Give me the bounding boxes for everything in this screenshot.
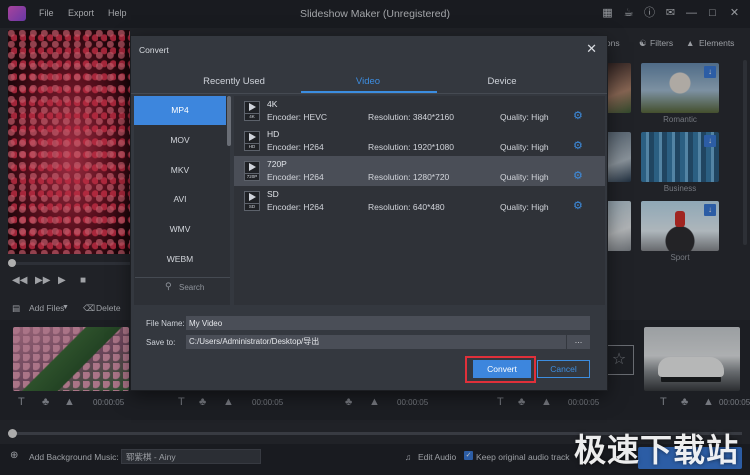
settings-gear-icon[interactable]: ⚙ <box>573 139 583 152</box>
resolution-text: Resolution: 3840*2160 <box>368 112 455 122</box>
search-icon: ⚲ <box>165 281 172 291</box>
format-mp4[interactable]: MP4 <box>134 96 226 125</box>
cancel-button[interactable]: Cancel <box>537 360 590 378</box>
encoder-text: Encoder: H264 <box>267 172 324 182</box>
active-tab-indicator <box>301 91 437 93</box>
quality-text: Quality: High <box>500 172 549 182</box>
tab-divider <box>131 93 607 94</box>
resolution-name: 720P <box>267 159 287 169</box>
resolution-text: Resolution: 1920*1080 <box>368 142 455 152</box>
format-wmv[interactable]: WMV <box>134 215 226 244</box>
settings-gear-icon[interactable]: ⚙ <box>573 109 583 122</box>
tab-recently-used[interactable]: Recently Used <box>159 76 309 87</box>
tab-video[interactable]: Video <box>293 76 443 87</box>
convert-dialog: Convert ✕ Recently Used Video Device MP4… <box>131 36 607 390</box>
resolution-name: 4K <box>267 99 278 109</box>
format-webm[interactable]: WEBM <box>134 245 226 274</box>
resolution-row-sd[interactable]: SD SD Encoder: H264 Resolution: 640*480 … <box>234 186 605 216</box>
format-list: MP4 MOV MKV AVI WMV WEBM <box>134 96 230 305</box>
settings-gear-icon[interactable]: ⚙ <box>573 169 583 182</box>
format-mov[interactable]: MOV <box>134 126 226 155</box>
resolution-text: Resolution: 1280*720 <box>368 172 450 182</box>
save-to-label: Save to: <box>146 338 176 347</box>
video-preset-icon: 4K <box>244 101 260 121</box>
format-search-input[interactable]: Search <box>179 283 204 292</box>
resolution-row-4k[interactable]: 4K 4K Encoder: HEVC Resolution: 3840*216… <box>234 96 605 126</box>
close-icon[interactable]: ✕ <box>586 42 597 55</box>
quality-text: Quality: High <box>500 142 549 152</box>
encoder-text: Encoder: H264 <box>267 202 324 212</box>
format-avi[interactable]: AVI <box>134 185 226 214</box>
settings-gear-icon[interactable]: ⚙ <box>573 199 583 212</box>
video-preset-icon: HD <box>244 131 260 151</box>
convert-button[interactable]: Convert <box>473 360 531 378</box>
resolution-row-720p[interactable]: 720P 720P Encoder: H264 Resolution: 1280… <box>234 156 605 186</box>
file-name-input[interactable] <box>186 316 590 330</box>
quality-text: Quality: High <box>500 112 549 122</box>
tab-device[interactable]: Device <box>427 76 577 87</box>
format-mkv[interactable]: MKV <box>134 156 226 185</box>
encoder-text: Encoder: HEVC <box>267 112 327 122</box>
resolution-text: Resolution: 640*480 <box>368 202 445 212</box>
encoder-text: Encoder: H264 <box>267 142 324 152</box>
save-to-path-field[interactable]: C:/Users/Administrator/Desktop/导出 <box>186 335 566 349</box>
format-list-scrollbar[interactable] <box>227 96 231 146</box>
site-watermark: 极速下载站 <box>574 431 740 469</box>
file-name-label: File Name: <box>146 319 185 328</box>
resolution-row-hd[interactable]: HD HD Encoder: H264 Resolution: 1920*108… <box>234 126 605 156</box>
quality-text: Quality: High <box>500 202 549 212</box>
resolution-name: SD <box>267 189 279 199</box>
dialog-title: Convert <box>139 45 169 55</box>
browse-button[interactable]: … <box>567 335 590 349</box>
resolution-name: HD <box>267 129 280 139</box>
video-preset-icon: SD <box>244 191 260 211</box>
video-preset-icon: 720P <box>244 161 260 181</box>
